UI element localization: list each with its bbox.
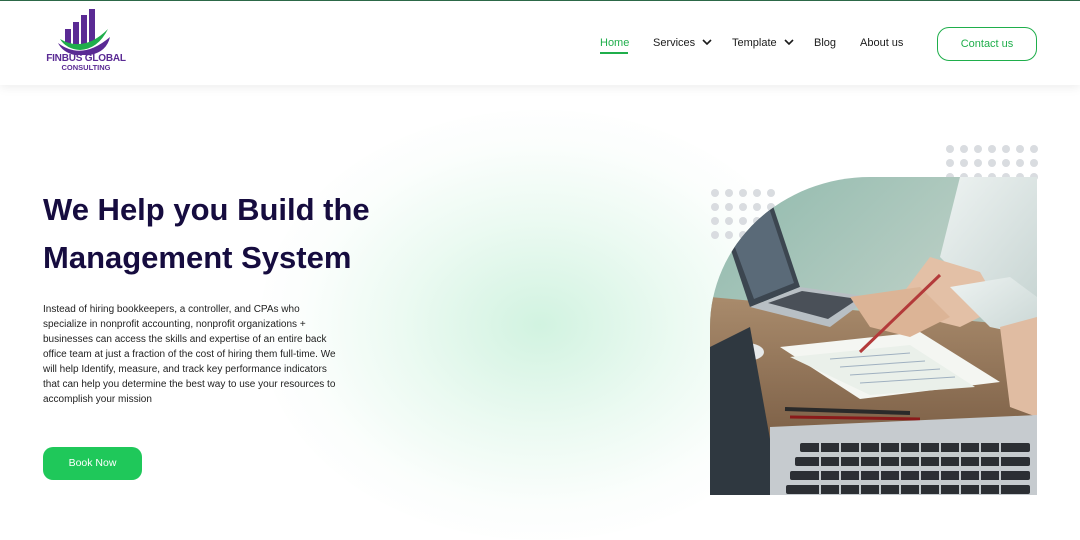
decorative-dot <box>739 203 747 211</box>
brand-tagline: CONSULTING <box>61 63 111 72</box>
decorative-dot <box>1002 145 1010 153</box>
decorative-dot <box>739 189 747 197</box>
decorative-dot <box>1030 159 1038 167</box>
site-header: FINBUS GLOBAL CONSULTING Home Services T… <box>0 1 1080 85</box>
book-now-button[interactable]: Book Now <box>43 447 142 480</box>
nav-about[interactable]: About us <box>860 37 903 49</box>
nav-active-indicator <box>600 52 628 54</box>
nav-blog[interactable]: Blog <box>814 37 836 49</box>
brand-logo[interactable]: FINBUS GLOBAL CONSULTING <box>40 9 130 75</box>
hero-image <box>710 177 1037 495</box>
hero-title-line2: Management System <box>43 240 352 275</box>
decorative-dot <box>711 231 719 239</box>
decorative-dot <box>974 159 982 167</box>
nav-template[interactable]: Template <box>732 37 794 49</box>
decorative-dot <box>974 145 982 153</box>
decorative-dot <box>767 189 775 197</box>
decorative-dot <box>725 231 733 239</box>
decorative-dot <box>711 203 719 211</box>
chevron-down-icon <box>702 39 712 45</box>
decorative-dot <box>711 217 719 225</box>
decorative-dot <box>988 145 996 153</box>
nav-home[interactable]: Home <box>600 37 629 49</box>
decorative-dot <box>725 217 733 225</box>
decorative-dot <box>711 189 719 197</box>
decorative-dot <box>1030 145 1038 153</box>
hero-photo-illustration <box>710 177 1037 495</box>
hero-description: Instead of hiring bookkeepers, a control… <box>43 304 336 405</box>
decorative-dot <box>739 217 747 225</box>
decorative-dot <box>946 159 954 167</box>
logo-bars-icon <box>58 9 110 55</box>
decorative-dot <box>960 145 968 153</box>
nav-template-label: Template <box>732 37 777 49</box>
decorative-dot <box>725 189 733 197</box>
decorative-dot <box>1016 159 1024 167</box>
decorative-dot <box>753 189 761 197</box>
decorative-dot <box>1016 145 1024 153</box>
decorative-dot <box>946 145 954 153</box>
contact-us-button[interactable]: Contact us <box>937 27 1037 61</box>
nav-services-label: Services <box>653 37 696 49</box>
hero-title: We Help you Build the Management System <box>43 186 463 282</box>
hero-title-line1: We Help you Build the <box>43 192 370 227</box>
decorative-dot <box>1002 159 1010 167</box>
decorative-dot <box>988 159 996 167</box>
decorative-dot <box>725 203 733 211</box>
decorative-dot <box>960 159 968 167</box>
nav-services[interactable]: Services <box>653 37 712 49</box>
decorative-dot <box>753 203 761 211</box>
chevron-down-icon <box>784 39 794 45</box>
